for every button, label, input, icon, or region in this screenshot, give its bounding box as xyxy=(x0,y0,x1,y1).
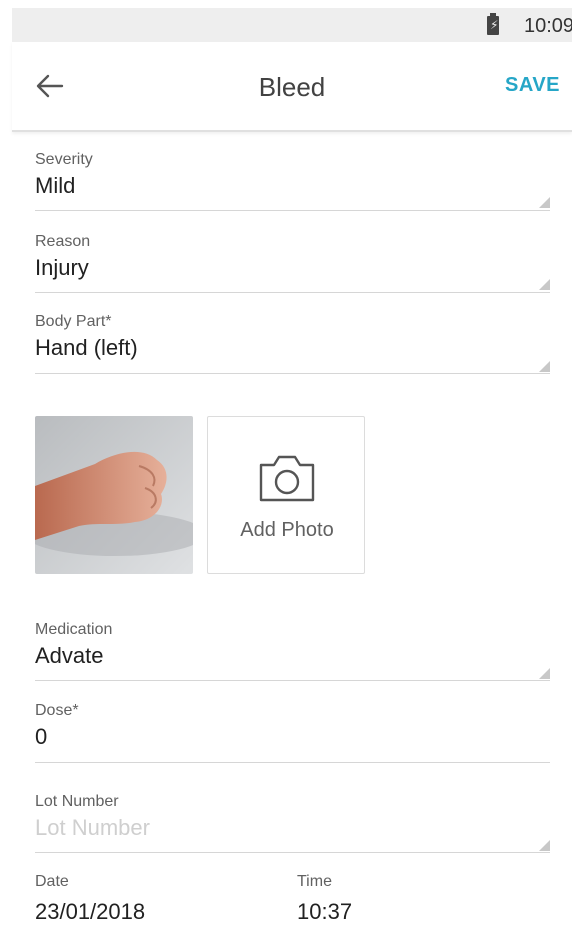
severity-value: Mild xyxy=(35,173,76,198)
dose-label: Dose* xyxy=(35,702,79,719)
date-value: 23/01/2018 xyxy=(35,899,146,924)
time-field[interactable]: Time 10:37 xyxy=(297,873,352,925)
app-bar: Bleed SAVE xyxy=(12,42,572,132)
add-photo-label: Add Photo xyxy=(240,519,334,541)
reason-dropdown[interactable]: Reason Injury xyxy=(35,233,550,293)
field-underline xyxy=(35,852,550,853)
medication-value: Advate xyxy=(35,643,104,668)
dose-input[interactable]: Dose* 0 xyxy=(35,702,550,763)
dropdown-arrow-icon xyxy=(539,840,550,851)
reason-value: Injury xyxy=(35,255,89,280)
lot-number-placeholder: Lot Number xyxy=(35,815,150,840)
field-underline xyxy=(35,373,550,374)
body-part-value: Hand (left) xyxy=(35,335,138,360)
save-button[interactable]: SAVE xyxy=(505,74,560,97)
field-underline xyxy=(35,680,550,681)
dropdown-arrow-icon xyxy=(539,197,550,208)
photo-thumbnail[interactable] xyxy=(35,416,193,574)
dose-value: 0 xyxy=(35,724,48,749)
status-time: 10:09 xyxy=(524,15,572,37)
dropdown-arrow-icon xyxy=(539,668,550,679)
status-bar: ⚡ 10:09 xyxy=(12,8,572,42)
page-title: Bleed xyxy=(258,72,326,102)
time-label: Time xyxy=(297,873,332,890)
lot-number-label: Lot Number xyxy=(35,793,119,810)
reason-label: Reason xyxy=(35,233,91,250)
camera-icon xyxy=(259,455,315,502)
dropdown-arrow-icon xyxy=(539,361,550,372)
lot-number-input[interactable]: Lot Number Lot Number xyxy=(35,793,550,853)
body-part-dropdown[interactable]: Body Part* Hand (left) xyxy=(35,313,550,374)
medication-dropdown[interactable]: Medication Advate xyxy=(35,621,550,681)
body-part-label: Body Part* xyxy=(35,313,112,330)
field-underline xyxy=(35,762,550,763)
date-field[interactable]: Date 23/01/2018 xyxy=(35,873,145,925)
dropdown-arrow-icon xyxy=(539,279,550,290)
date-label: Date xyxy=(35,873,69,890)
severity-dropdown[interactable]: Severity Mild xyxy=(35,151,550,211)
severity-label: Severity xyxy=(35,151,93,168)
time-value: 10:37 xyxy=(297,899,353,924)
battery-charging-icon: ⚡ xyxy=(487,13,499,35)
hand-photo-image xyxy=(35,416,193,574)
add-photo-button[interactable]: Add Photo xyxy=(207,416,365,574)
field-underline xyxy=(35,292,550,293)
field-underline xyxy=(35,210,550,211)
medication-label: Medication xyxy=(35,621,113,638)
